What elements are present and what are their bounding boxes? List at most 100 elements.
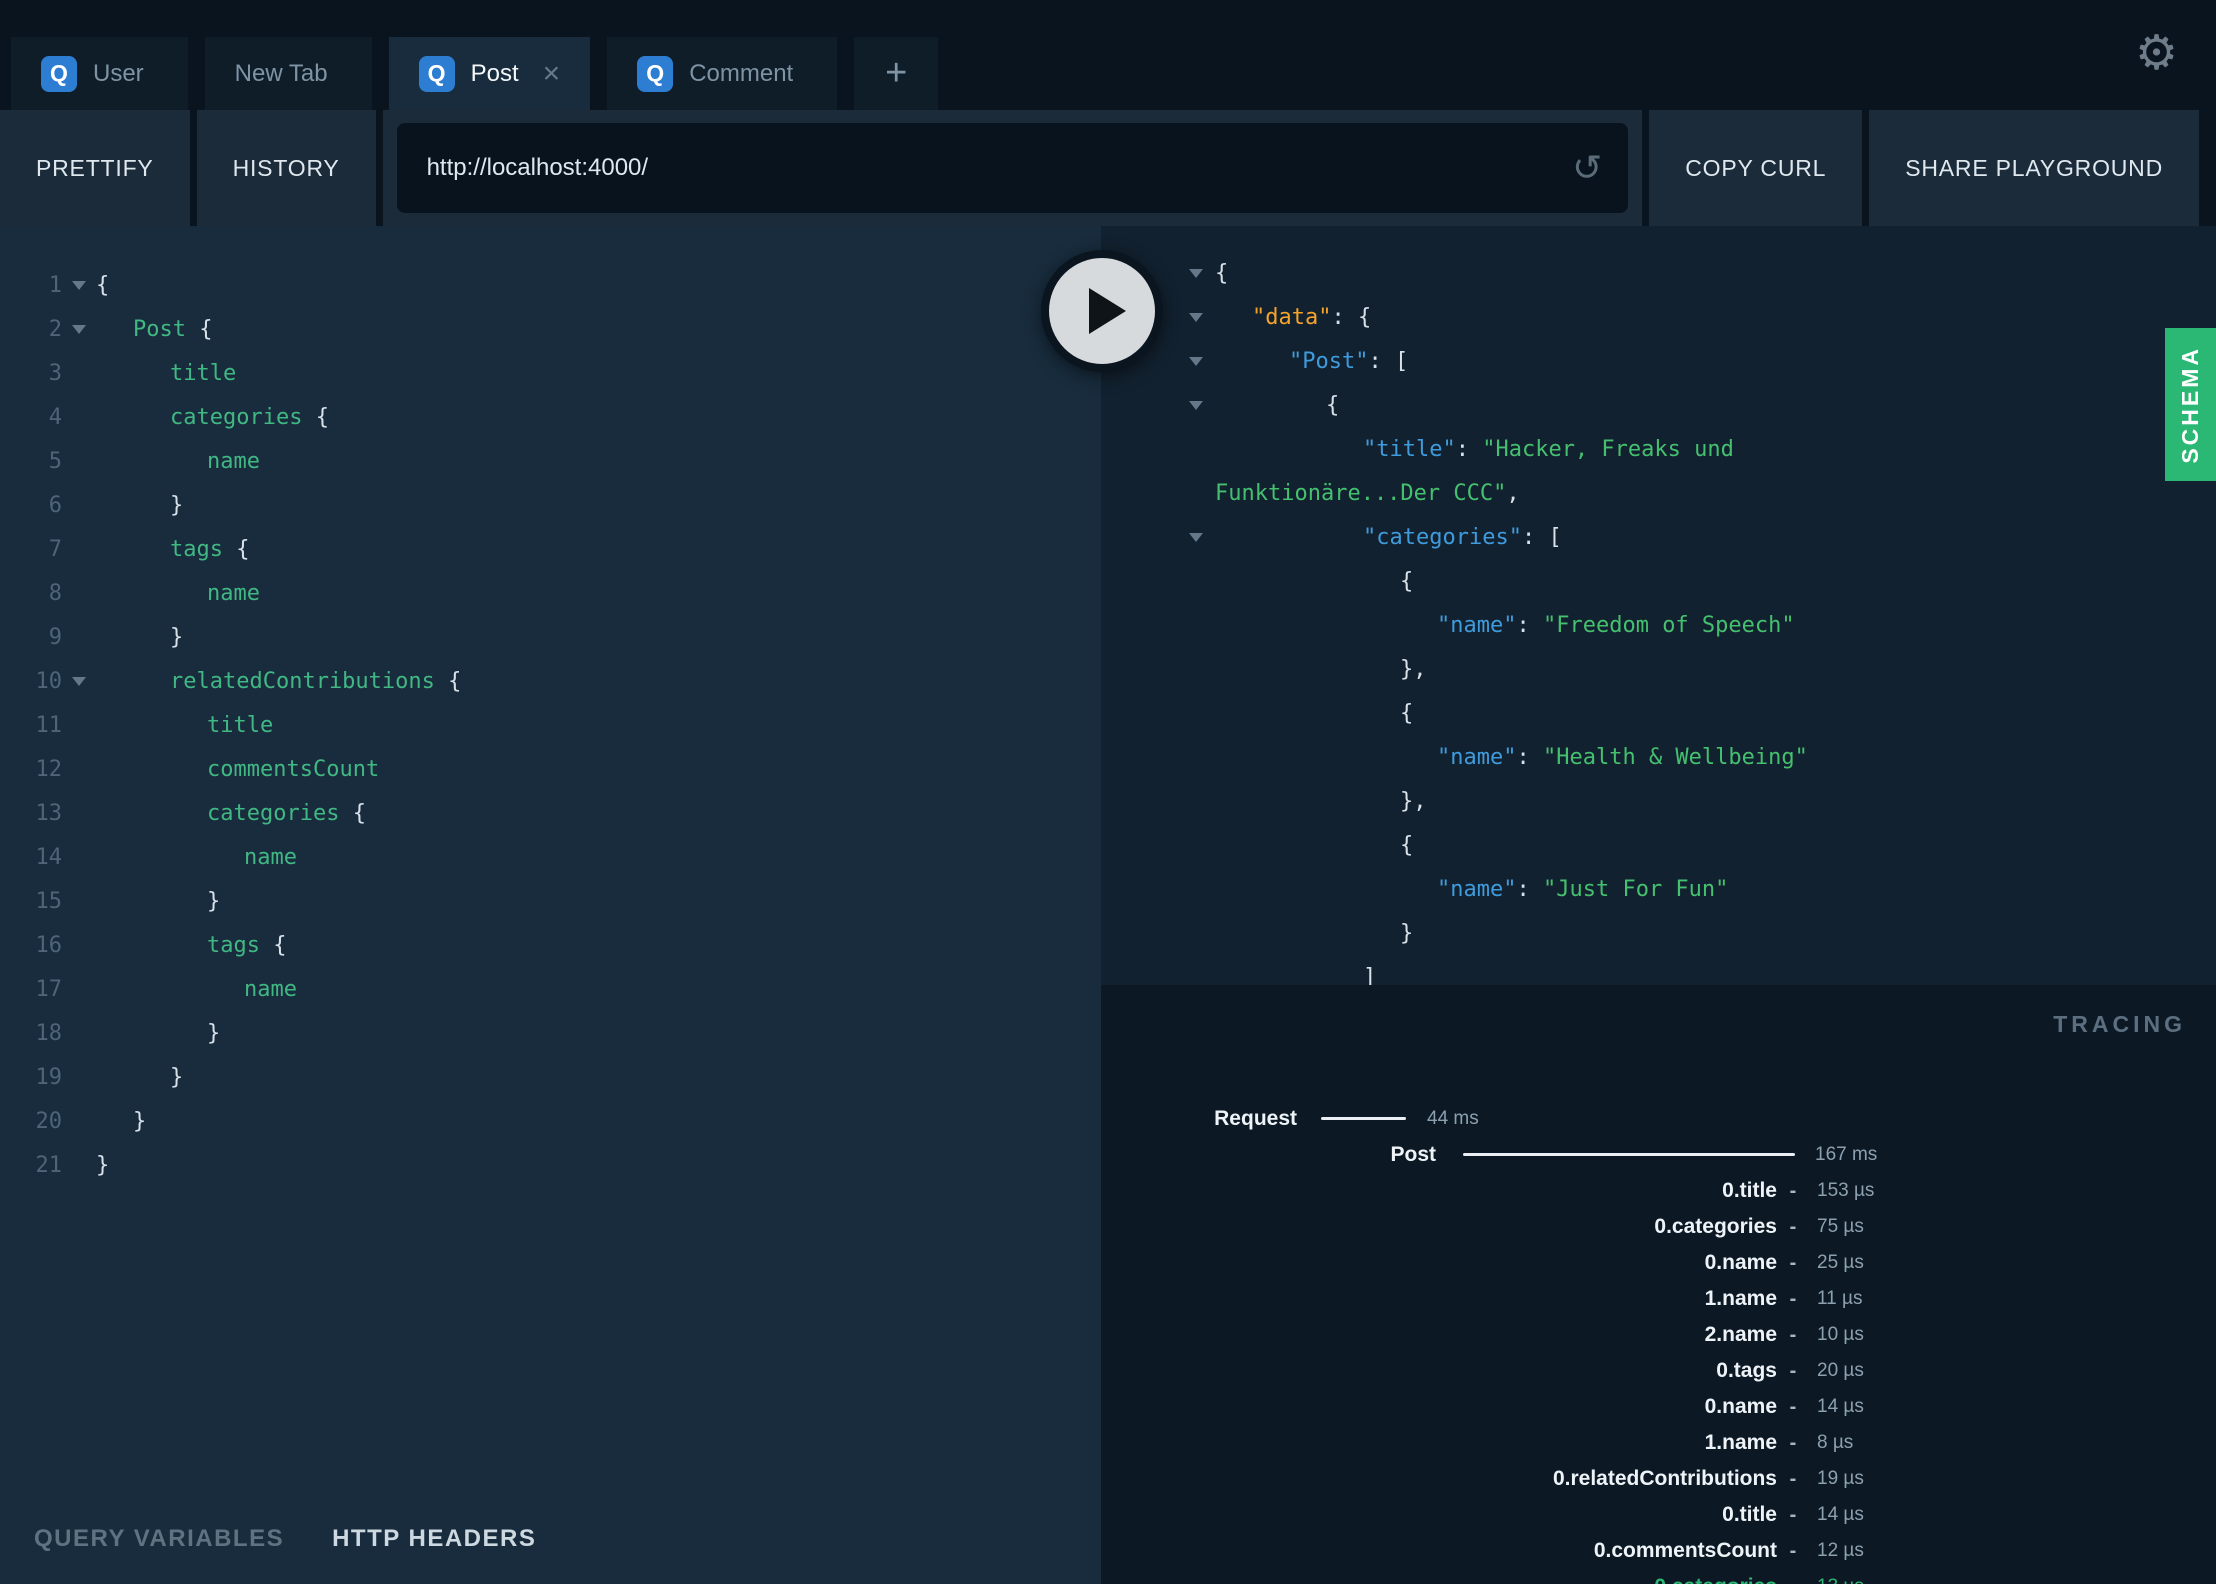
response-line: { — [1101, 691, 2216, 735]
query-editor-pane[interactable]: 1{2 Post {3 title 4 categories {5 name 6} 7 tags… — [0, 226, 1101, 1584]
tracing-dash: - — [1789, 1432, 1797, 1454]
line-number: 3 — [48, 360, 62, 386]
token: ] — [1363, 964, 1377, 986]
tab-new-tab[interactable]: New Tab — [204, 37, 372, 110]
editor-line[interactable]: 4 categories { — [0, 395, 1101, 439]
editor-line[interactable]: 9} — [0, 615, 1101, 659]
token: } — [170, 492, 184, 518]
editor-line[interactable]: 5 name — [0, 439, 1101, 483]
response-line: }, — [1101, 779, 2216, 823]
token: title — [207, 712, 274, 738]
close-tab-icon[interactable]: × — [543, 58, 561, 89]
fold-arrow-icon[interactable] — [1189, 356, 1203, 366]
fold-arrow-icon[interactable] — [1189, 532, 1203, 542]
tab-comment[interactable]: Q Comment — [607, 37, 838, 110]
share-playground-button[interactable]: SHARE PLAYGROUND — [1869, 110, 2199, 226]
token: Funktionäre...Der CCC" — [1215, 480, 1507, 506]
editor-line[interactable]: 11 title — [0, 703, 1101, 747]
execute-query-button[interactable] — [1041, 250, 1163, 372]
fold-arrow-icon[interactable] — [1189, 268, 1203, 278]
settings-gear-icon[interactable]: ⚙ — [2135, 30, 2178, 78]
fold-arrow-icon[interactable] — [72, 324, 86, 334]
tracing-time: 14 µs — [1817, 1396, 1864, 1417]
editor-line[interactable]: 12 commentsCount — [0, 747, 1101, 791]
http-headers-tab[interactable]: HTTP HEADERS — [332, 1525, 536, 1553]
fold-arrow-icon[interactable] — [1189, 312, 1203, 322]
tab-label: Comment — [689, 59, 794, 87]
graphql-query-badge: Q — [418, 55, 455, 92]
editor-line[interactable]: 13 categories { — [0, 791, 1101, 835]
fold-arrow-icon[interactable] — [72, 676, 86, 686]
editor-line[interactable]: 15} — [0, 879, 1101, 923]
prettify-button[interactable]: PRETTIFY — [0, 110, 190, 226]
token: "Just For Fun" — [1542, 876, 1729, 902]
tab-bar: Q User New Tab Q Post × Q Comment + ⚙ — [0, 0, 2216, 110]
fold-arrow-icon[interactable] — [72, 280, 86, 290]
line-number: 5 — [48, 448, 62, 474]
editor-line[interactable]: 21} — [0, 1143, 1101, 1187]
editor-line[interactable]: 7 tags { — [0, 527, 1101, 571]
json-text: "name": "Just For Fun" — [1215, 877, 1728, 902]
editor-line[interactable]: 1{ — [0, 263, 1101, 307]
editor-line[interactable]: 14 name — [0, 835, 1101, 879]
editor-line[interactable]: 10 relatedContributions { — [0, 659, 1101, 703]
url-input[interactable]: http://localhost:4000/ ↺ — [396, 123, 1629, 213]
tracing-row: 0.title 14 µs - — [1101, 1497, 2216, 1533]
add-tab-button[interactable]: + — [854, 37, 939, 110]
token: "Health & Wellbeing" — [1542, 744, 1808, 770]
token: { — [1326, 392, 1340, 418]
token: : { — [1331, 304, 1372, 330]
tracing-row: 0.name 14 µs - — [1101, 1389, 2216, 1425]
tracing-bar — [1463, 1153, 1795, 1156]
token: { — [259, 932, 287, 958]
tracing-label: 2.name — [1704, 1323, 1777, 1346]
editor-line[interactable]: 2 Post { — [0, 307, 1101, 351]
editor-line[interactable]: 6} — [0, 483, 1101, 527]
editor-line[interactable]: 3 title — [0, 351, 1101, 395]
tracing-time: 13 µs — [1817, 1569, 1864, 1584]
tab-user[interactable]: Q User — [11, 37, 188, 110]
tab-post[interactable]: Q Post × — [388, 37, 591, 110]
token: } — [133, 1108, 147, 1134]
tracing-time: 153 µs — [1817, 1180, 1875, 1201]
code-text: } — [96, 889, 220, 914]
response-line: ] — [1101, 955, 2216, 986]
copy-curl-button[interactable]: COPY CURL — [1649, 110, 1863, 226]
editor-line[interactable]: 8 name — [0, 571, 1101, 615]
json-text: ] — [1215, 965, 1376, 986]
tracing-row: 0.tags 20 µs - — [1101, 1353, 2216, 1389]
history-button[interactable]: HISTORY — [196, 110, 376, 226]
editor-line[interactable]: 16 tags { — [0, 923, 1101, 967]
token: : — [1516, 744, 1543, 770]
editor-line[interactable]: 18} — [0, 1011, 1101, 1055]
token: }, — [1400, 788, 1427, 814]
tracing-label: 0.title — [1722, 1179, 1777, 1202]
code-text: tags { — [96, 933, 286, 958]
query-editor[interactable]: 1{2 Post {3 title 4 categories {5 name 6} 7 tags… — [0, 263, 1101, 1187]
tracing-time: 10 µs — [1817, 1324, 1864, 1345]
editor-line[interactable]: 17 name — [0, 967, 1101, 1011]
line-number: 20 — [35, 1108, 63, 1134]
reload-icon[interactable]: ↺ — [1572, 150, 1602, 186]
schema-tab[interactable]: SCHEMA — [2165, 328, 2216, 481]
editor-line[interactable]: 20} — [0, 1099, 1101, 1143]
tracing-label: 0.commentsCount — [1593, 1539, 1777, 1562]
response-viewer: {"data": {"Post": [{"title": "Hacker, Fr… — [1101, 251, 2216, 985]
token: } — [207, 888, 221, 914]
fold-arrow-icon[interactable] — [1189, 400, 1203, 410]
fold-gutter — [1101, 400, 1215, 410]
editor-line[interactable]: 19} — [0, 1055, 1101, 1099]
code-text: name — [96, 581, 260, 606]
tracing-dash: - — [1789, 1396, 1797, 1418]
tab-list: Q User New Tab Q Post × Q Comment + — [11, 37, 939, 110]
tracing-dash: - — [1789, 1180, 1797, 1202]
line-number: 7 — [48, 536, 62, 562]
code-text: } — [96, 1153, 109, 1178]
token: } — [170, 624, 184, 650]
query-variables-tab[interactable]: QUERY VARIABLES — [34, 1525, 284, 1553]
line-number: 21 — [35, 1152, 63, 1178]
code-text: tags { — [96, 537, 249, 562]
toolbar: PRETTIFY HISTORY http://localhost:4000/ … — [0, 110, 2216, 226]
json-text: { — [1215, 833, 1413, 858]
json-text: Funktionäre...Der CCC", — [1215, 481, 1520, 506]
